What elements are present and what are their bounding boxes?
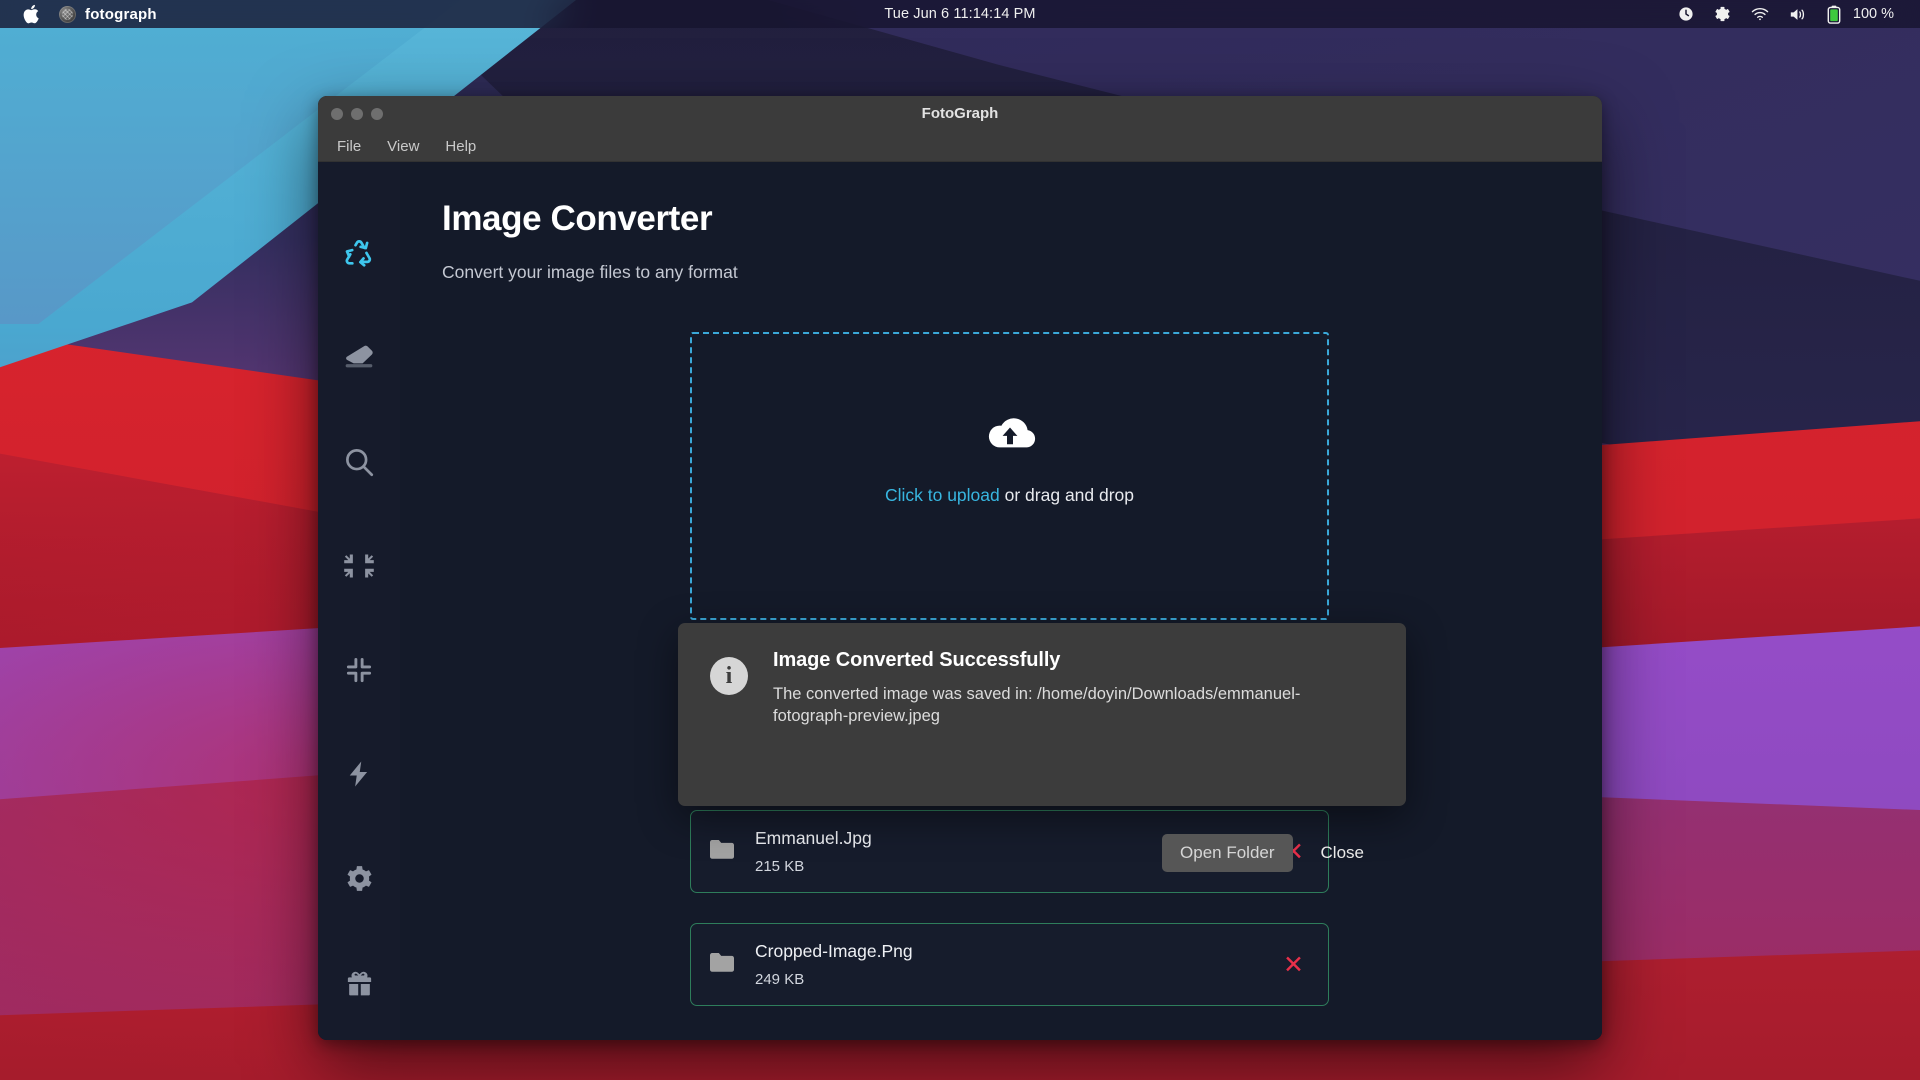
info-icon: i [710, 657, 748, 695]
file-size: 215 KB [755, 858, 805, 875]
menubar-datetime: Tue Jun 6 11:14:14 PM [884, 6, 1036, 22]
dropzone-text: Click to upload or drag and drop [885, 485, 1134, 506]
system-menu-bar: fotograph Tue Jun 6 11:14:14 PM 100 % [0, 0, 1920, 28]
window-title: FotoGraph [921, 105, 999, 122]
sidebar-item-erase[interactable] [318, 306, 400, 410]
menu-item-view[interactable]: View [387, 138, 419, 155]
eraser-icon [343, 342, 375, 374]
success-dialog: i Image Converted Successfully The conve… [678, 623, 1406, 872]
page-subtitle: Convert your image files to any format [442, 261, 738, 282]
wifi-icon[interactable] [1751, 7, 1769, 21]
app-sidebar [318, 162, 400, 1040]
dialog-actions: Open Folder Close [1162, 834, 1374, 872]
sidebar-item-crop[interactable] [318, 618, 400, 722]
minimize-window-button[interactable] [351, 107, 363, 120]
sidebar-item-search[interactable] [318, 410, 400, 514]
window-titlebar: FotoGraph [318, 96, 1602, 131]
page-title: Image Converter [442, 199, 713, 238]
recycle-icon [343, 238, 375, 270]
cloud-upload-icon [980, 412, 1040, 462]
dialog-message: The converted image was saved in: /home/… [773, 685, 1301, 725]
apple-logo-icon[interactable] [22, 4, 39, 24]
sidebar-item-convert[interactable] [318, 202, 400, 306]
dialog-title: Image Converted Successfully [773, 649, 1061, 671]
sidebar-item-gift[interactable] [318, 930, 400, 1034]
folder-icon [709, 951, 735, 978]
minimize-corners-icon [344, 655, 374, 685]
folder-icon [709, 838, 735, 865]
sidebar-item-enhance[interactable] [318, 722, 400, 826]
close-dialog-button[interactable]: Close [1311, 834, 1374, 872]
application-window: FotoGraph File View Help Image Converter… [318, 96, 1602, 1040]
app-icon [59, 5, 76, 23]
volume-icon[interactable] [1789, 7, 1807, 22]
window-menubar: File View Help [318, 131, 1602, 162]
gear-icon [344, 863, 375, 894]
gift-icon [344, 967, 375, 998]
close-window-button[interactable] [331, 107, 343, 120]
file-size: 249 KB [755, 971, 805, 988]
maximize-window-button[interactable] [371, 107, 383, 120]
magnifier-icon [342, 445, 376, 479]
lightning-bolt-icon [344, 759, 374, 789]
remove-file-icon[interactable]: ✕ [1283, 952, 1304, 977]
file-name: Emmanuel.Jpg [755, 828, 872, 848]
sidebar-item-settings[interactable] [318, 826, 400, 930]
file-name: Cropped-Image.Png [755, 941, 913, 961]
compress-arrows-icon [343, 550, 375, 582]
main-content: Image Converter Convert your image files… [400, 162, 1602, 1040]
menu-item-file[interactable]: File [337, 138, 361, 155]
battery-percent-label: 100 % [1852, 6, 1894, 22]
battery-icon[interactable] [1827, 5, 1841, 24]
gear-icon[interactable] [1714, 6, 1731, 23]
menu-item-help[interactable]: Help [445, 138, 476, 155]
dropzone-upload-link[interactable]: Click to upload [885, 485, 1000, 505]
window-traffic-lights[interactable] [331, 107, 383, 120]
sidebar-item-compress[interactable] [318, 514, 400, 618]
open-folder-button[interactable]: Open Folder [1162, 834, 1293, 872]
menubar-app-name: fotograph [85, 5, 157, 23]
dropzone-rest-text: or drag and drop [999, 485, 1135, 505]
upload-dropzone[interactable]: Click to upload or drag and drop [690, 332, 1329, 620]
file-list-item[interactable]: Cropped-Image.Png 249 KB ✕ [690, 923, 1329, 1006]
clock-icon[interactable] [1678, 6, 1694, 22]
